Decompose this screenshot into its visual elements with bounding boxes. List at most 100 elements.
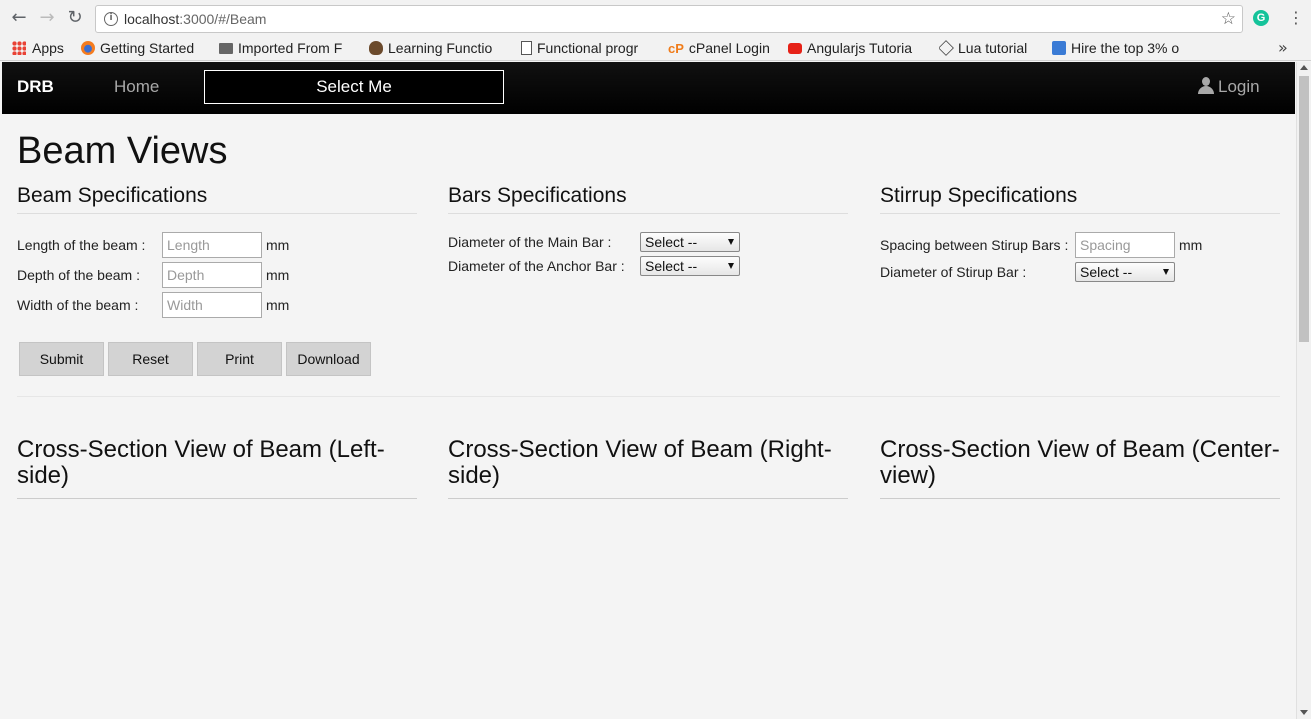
bookmark-cpanel[interactable]: cP cPanel Login: [668, 38, 780, 58]
login-label: Login: [1218, 77, 1260, 96]
bookmark-imported[interactable]: Imported From F: [219, 38, 355, 58]
scroll-thumb[interactable]: [1299, 76, 1309, 342]
reset-button[interactable]: Reset: [108, 342, 193, 376]
bookmarks-more-icon[interactable]: »: [1278, 38, 1288, 57]
submit-button[interactable]: Submit: [19, 342, 104, 376]
bookmark-label: Hire the top 3% o: [1071, 40, 1180, 56]
width-input[interactable]: [162, 292, 262, 318]
toptal-icon: [1052, 41, 1066, 55]
bookmark-label: Angularjs Tutoria: [807, 40, 913, 56]
bookmark-label: Functional progr: [537, 40, 639, 56]
length-input[interactable]: [162, 232, 262, 258]
stirrup-diameter-select-value: Select --: [1080, 264, 1133, 280]
chevron-down-icon: [728, 239, 734, 245]
left-view-panel: Cross-Section View of Beam (Left-side): [17, 437, 417, 499]
bookmark-functional[interactable]: Functional progr: [521, 38, 655, 58]
scroll-up-icon[interactable]: [1300, 65, 1308, 70]
bookmark-label: Learning Functio: [388, 40, 493, 56]
forward-icon[interactable]: →: [37, 8, 57, 28]
depth-label: Depth of the beam :: [17, 267, 140, 283]
brand-link[interactable]: DRB: [17, 77, 54, 97]
center-view-heading: Cross-Section View of Beam (Center-view): [880, 437, 1280, 499]
url-text: localhost:3000/#/Beam: [124, 11, 266, 27]
main-bar-select-value: Select --: [645, 234, 698, 250]
page-scrollbar[interactable]: [1296, 62, 1311, 719]
stirrup-diameter-label: Diameter of Stirup Bar :: [880, 264, 1027, 280]
avatar-icon: [369, 41, 383, 55]
width-label: Width of the beam :: [17, 297, 139, 313]
address-bar[interactable]: i localhost:3000/#/Beam ☆: [95, 5, 1243, 33]
bookmark-angularjs[interactable]: Angularjs Tutoria: [788, 38, 928, 58]
bookmark-apps[interactable]: Apps: [12, 38, 72, 58]
section-divider: [17, 396, 1280, 397]
length-unit: mm: [266, 237, 290, 253]
width-row: Width of the beam : mm: [17, 292, 417, 318]
depth-input[interactable]: [162, 262, 262, 288]
stirrup-diameter-row: Diameter of Stirup Bar : Select --: [880, 262, 1280, 288]
back-icon[interactable]: ←: [9, 8, 29, 28]
select-me-button[interactable]: Select Me: [204, 70, 504, 104]
bookmark-label: Imported From F: [238, 40, 343, 56]
cpanel-icon: cP: [668, 41, 684, 56]
diamond-icon: [939, 40, 954, 56]
url-host: localhost: [124, 11, 180, 27]
bookmark-hire[interactable]: Hire the top 3% o: [1052, 38, 1190, 58]
bookmark-learning[interactable]: Learning Functio: [369, 38, 508, 58]
bookmark-label: Apps: [32, 40, 64, 56]
user-icon: [1198, 77, 1214, 94]
main-bar-row: Diameter of the Main Bar : Select --: [448, 232, 848, 258]
browser-menu-icon[interactable]: ⋮: [1288, 8, 1304, 28]
beam-specifications-heading: Beam Specifications: [17, 184, 417, 214]
youtube-icon: [788, 43, 802, 54]
chevron-down-icon: [1163, 269, 1169, 275]
bookmark-getting-started[interactable]: Getting Started: [81, 38, 211, 58]
length-label: Length of the beam :: [17, 237, 146, 253]
center-view-panel: Cross-Section View of Beam (Center-view): [880, 437, 1280, 499]
right-view-heading: Cross-Section View of Beam (Right-side): [448, 437, 848, 499]
bookmark-label: cPanel Login: [688, 40, 770, 56]
depth-row: Depth of the beam : mm: [17, 262, 417, 288]
left-view-heading: Cross-Section View of Beam (Left-side): [17, 437, 417, 499]
anchor-bar-row: Diameter of the Anchor Bar : Select --: [448, 256, 848, 282]
bookmark-label: Getting Started: [100, 40, 195, 56]
width-unit: mm: [266, 297, 290, 313]
beam-specifications-section: Beam Specifications: [17, 184, 417, 214]
info-icon[interactable]: i: [104, 12, 118, 26]
anchor-bar-select[interactable]: Select --: [640, 256, 740, 276]
depth-unit: mm: [266, 267, 290, 283]
spacing-label: Spacing between Stirup Bars :: [880, 237, 1069, 253]
right-view-panel: Cross-Section View of Beam (Right-side): [448, 437, 848, 499]
browser-toolbar: ← → ↻ i localhost:3000/#/Beam ☆ G ⋮: [0, 0, 1311, 36]
browser-chrome: ← → ↻ i localhost:3000/#/Beam ☆ G ⋮ Apps…: [0, 0, 1311, 61]
chevron-down-icon: [728, 263, 734, 269]
url-path: :3000/#/Beam: [179, 11, 267, 27]
page-icon: [521, 41, 532, 55]
spacing-row: Spacing between Stirup Bars : mm: [880, 232, 1280, 258]
stirrup-specifications-heading: Stirrup Specifications: [880, 184, 1280, 214]
bookmark-star-icon[interactable]: ☆: [1221, 9, 1236, 29]
spacing-input[interactable]: [1075, 232, 1175, 258]
stirrup-diameter-select[interactable]: Select --: [1075, 262, 1175, 282]
home-link[interactable]: Home: [114, 77, 159, 97]
bars-specifications-section: Bars Specifications: [448, 184, 848, 214]
scroll-down-icon[interactable]: [1300, 710, 1308, 715]
main-bar-label: Diameter of the Main Bar :: [448, 234, 612, 250]
login-link[interactable]: Login: [1198, 77, 1260, 97]
spacing-unit: mm: [1179, 237, 1203, 253]
bookmark-label: Lua tutorial: [958, 40, 1028, 56]
anchor-bar-label: Diameter of the Anchor Bar :: [448, 258, 625, 274]
apps-grid-icon: [12, 41, 26, 55]
folder-icon: [219, 43, 233, 54]
firefox-icon: [81, 41, 95, 55]
download-button[interactable]: Download: [286, 342, 371, 376]
bookmarks-bar: Apps Getting Started Imported From F Lea…: [0, 36, 1311, 60]
print-button[interactable]: Print: [197, 342, 282, 376]
page-title: Beam Views: [17, 130, 228, 172]
anchor-bar-select-value: Select --: [645, 258, 698, 274]
reload-icon[interactable]: ↻: [65, 8, 85, 28]
main-bar-select[interactable]: Select --: [640, 232, 740, 252]
bookmark-lua[interactable]: Lua tutorial: [939, 38, 1044, 58]
app-navbar: DRB Home Select Me Login: [2, 62, 1295, 114]
bars-specifications-heading: Bars Specifications: [448, 184, 848, 214]
grammarly-extension-icon[interactable]: G: [1253, 10, 1269, 26]
